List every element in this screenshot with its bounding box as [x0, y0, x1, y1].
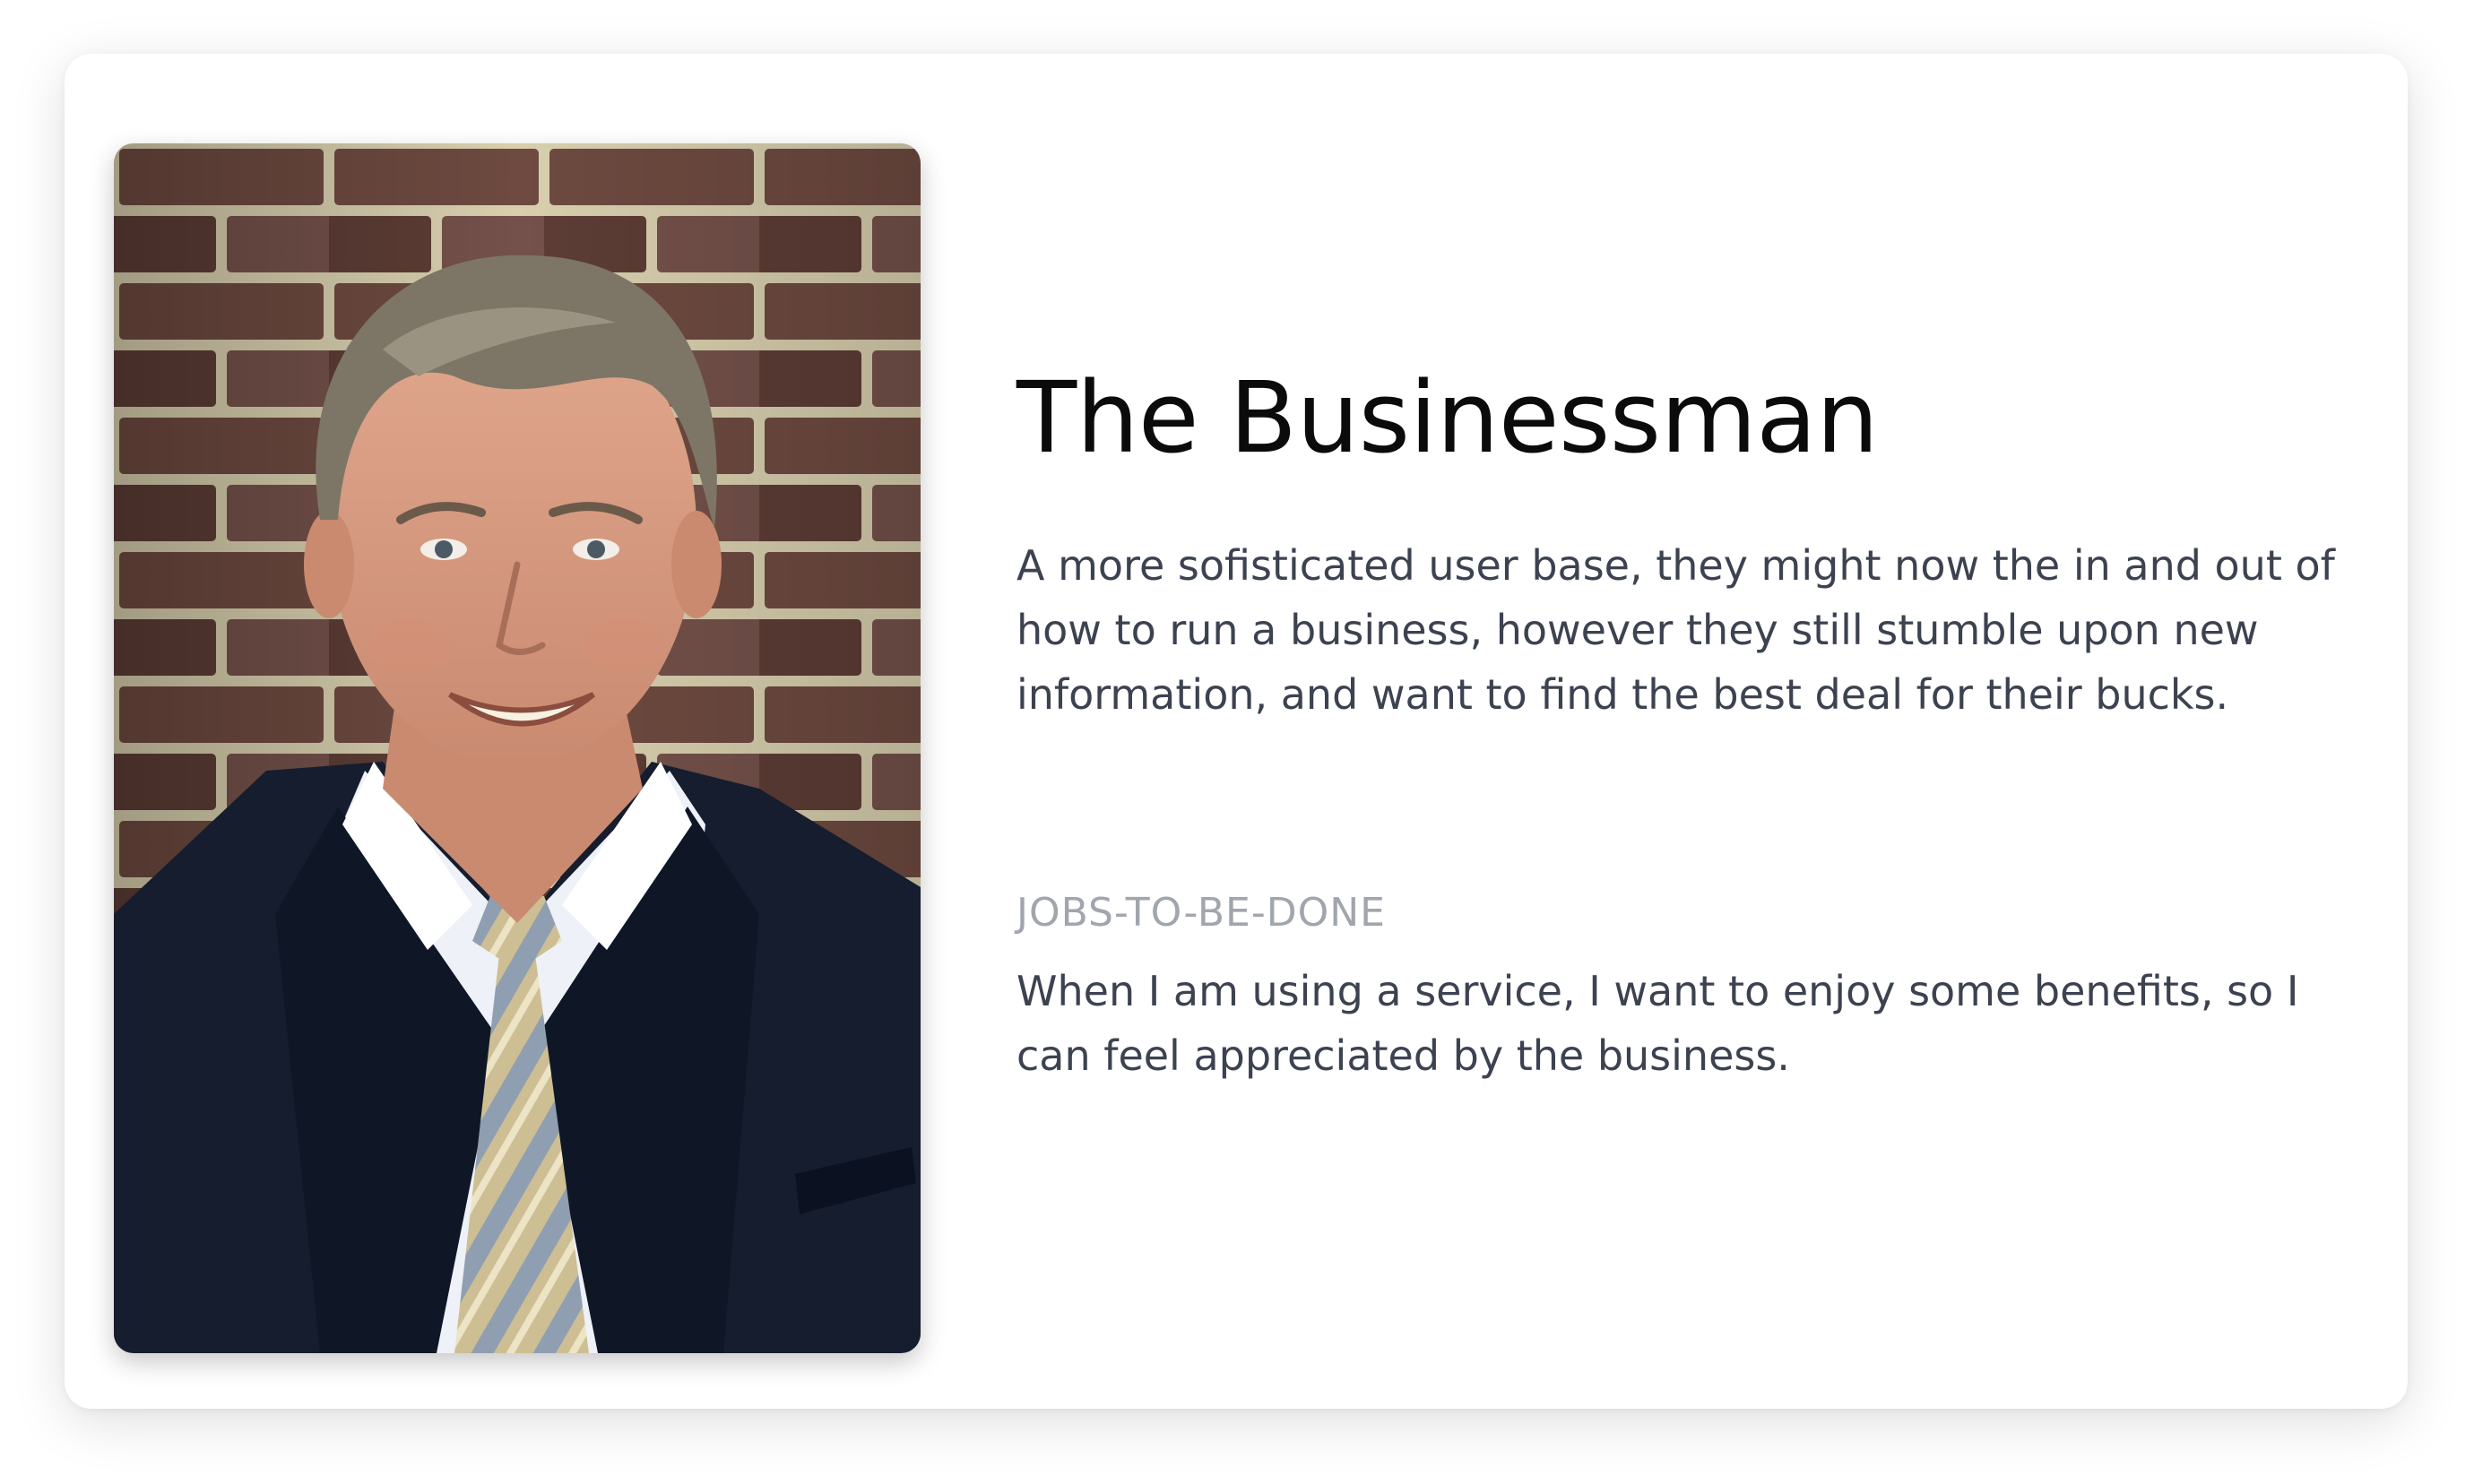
persona-photo — [114, 143, 921, 1353]
jobs-to-be-done-label: JOBS-TO-BE-DONE — [1016, 890, 1386, 936]
persona-content: The Businessman A more sofisticated user… — [1016, 54, 2361, 1409]
persona-description: A more sofisticated user base, they migh… — [1016, 541, 2335, 719]
persona-title: The Businessman — [1016, 360, 1879, 475]
persona-card: The Businessman A more sofisticated user… — [65, 54, 2408, 1409]
jobs-to-be-done-text: When I am using a service, I want to enj… — [1016, 967, 2299, 1080]
